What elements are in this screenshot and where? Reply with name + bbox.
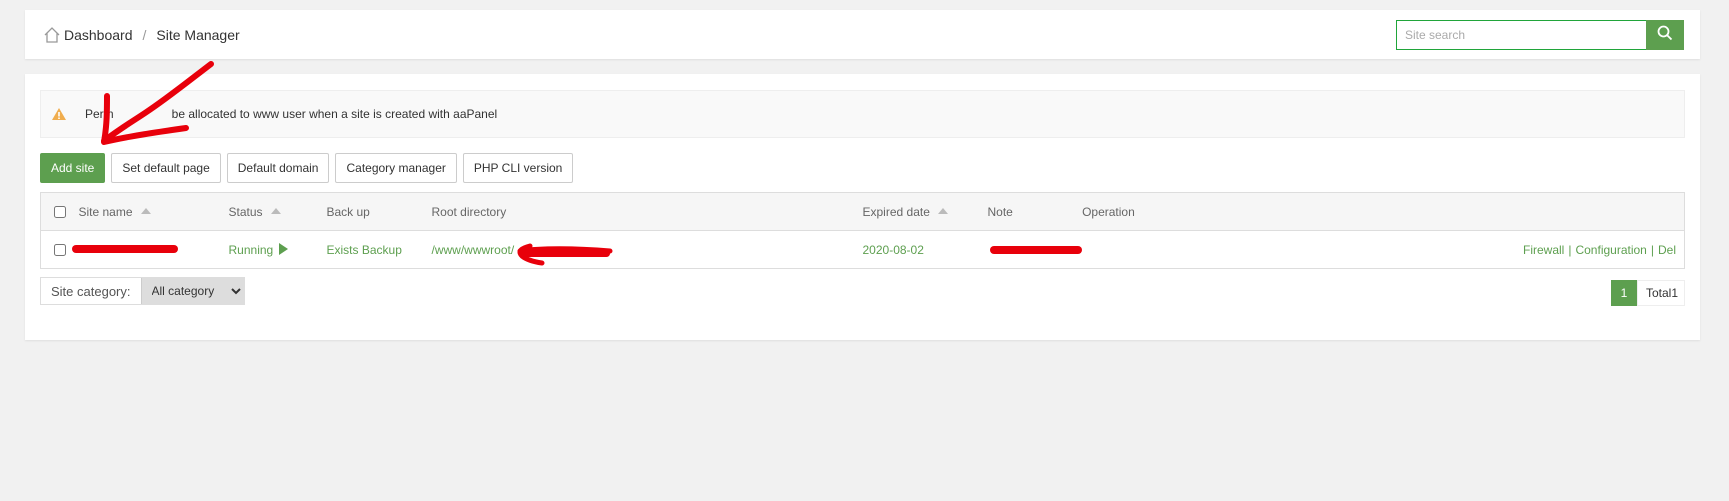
status-text: Running: [228, 242, 274, 257]
top-bar: Dashboard / Site Manager: [25, 10, 1700, 59]
php-cli-version-button[interactable]: PHP CLI version: [462, 153, 574, 183]
sort-icon: [937, 208, 948, 215]
site-search: [1396, 20, 1684, 50]
site-category-label: Site category:: [51, 283, 131, 299]
breadcrumb-separator: /: [142, 26, 147, 43]
breadcrumb-dashboard[interactable]: Dashboard: [64, 27, 133, 43]
play-icon: [279, 243, 289, 256]
col-expired-date[interactable]: Expired date: [862, 192, 988, 231]
expired-date-cell[interactable]: 2020-08-02: [863, 231, 988, 269]
col-root-directory: Root directory: [431, 192, 863, 231]
site-category-select[interactable]: All category: [140, 278, 244, 304]
alert-text-start: Perm: [85, 107, 114, 121]
select-all-cell: [40, 192, 79, 231]
default-domain-button[interactable]: Default domain: [226, 153, 330, 183]
sort-icon: [140, 208, 151, 215]
site-toolbar: Add site Set default page Default domain…: [40, 153, 574, 183]
redaction-mark: [72, 245, 178, 253]
page-current[interactable]: 1: [1610, 280, 1637, 306]
add-site-button[interactable]: Add site: [40, 153, 106, 183]
home-icon[interactable]: [43, 26, 61, 44]
delete-link[interactable]: Del: [1658, 243, 1676, 257]
search-button[interactable]: [1646, 20, 1684, 50]
status-cell[interactable]: Running: [229, 231, 327, 269]
backup-cell[interactable]: Exists Backup: [327, 231, 432, 269]
site-manager-panel: Perm be allocated to www user when a sit…: [25, 74, 1700, 340]
col-note: Note: [987, 192, 1083, 231]
op-separator: |: [1568, 242, 1572, 257]
alert-text-end: be allocated to www user when a site is …: [171, 107, 498, 121]
table-header-row: Site name Status Back up Root directory …: [40, 192, 1685, 231]
col-status-label: Status: [228, 204, 263, 219]
root-directory-cell[interactable]: /www/wwwroot/: [432, 231, 863, 269]
firewall-link[interactable]: Firewall: [1523, 243, 1564, 257]
table-row: Running Exists Backup /www/wwwroot/ 2020…: [41, 231, 1685, 269]
breadcrumb: Dashboard / Site Manager: [43, 10, 240, 59]
pagination: 1 Total1: [1610, 280, 1685, 306]
op-separator: |: [1650, 242, 1654, 257]
site-category-filter: Site category: All category: [40, 277, 245, 305]
site-search-input[interactable]: [1396, 20, 1646, 50]
permission-alert: Perm be allocated to www user when a sit…: [40, 90, 1685, 138]
breadcrumb-current: Site Manager: [156, 26, 240, 43]
row-checkbox[interactable]: [53, 244, 66, 257]
select-all-checkbox[interactable]: [53, 206, 66, 219]
col-expired-date-label: Expired date: [862, 204, 930, 219]
site-table: Site name Status Back up Root directory …: [40, 192, 1685, 269]
warning-icon: [51, 107, 67, 121]
redaction-mark: [990, 246, 1082, 254]
category-manager-button[interactable]: Category manager: [335, 153, 457, 183]
redaction-mark: [520, 250, 610, 257]
search-icon: [1657, 25, 1673, 46]
page-total: Total1: [1636, 280, 1685, 306]
col-operation: Operation: [1082, 192, 1685, 231]
configuration-link[interactable]: Configuration: [1575, 243, 1646, 257]
col-status[interactable]: Status: [228, 192, 327, 231]
operation-cell: Firewall | Configuration | Del: [1082, 231, 1684, 269]
set-default-page-button[interactable]: Set default page: [111, 153, 221, 183]
col-backup: Back up: [326, 192, 432, 231]
sort-icon: [270, 208, 281, 215]
col-site-name-label: Site name: [78, 204, 133, 219]
col-site-name[interactable]: Site name: [78, 192, 229, 231]
